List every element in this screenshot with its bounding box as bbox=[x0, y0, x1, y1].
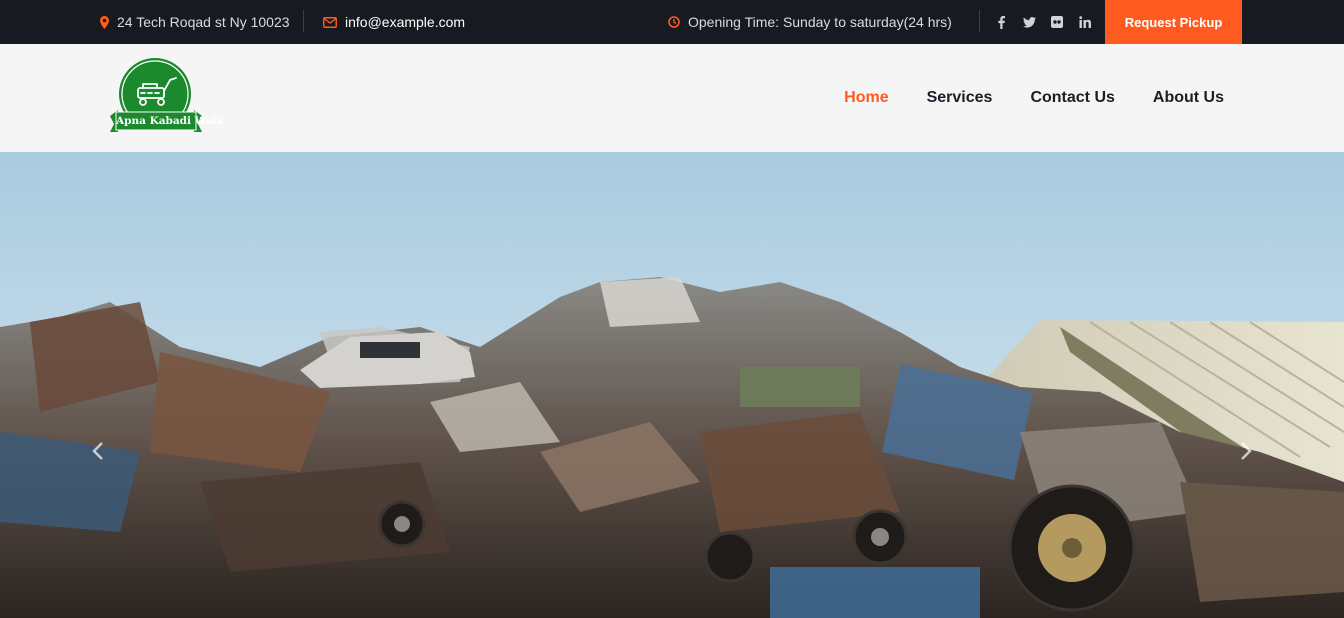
email-link[interactable]: info@example.com bbox=[345, 14, 465, 30]
request-pickup-button[interactable]: Request Pickup bbox=[1105, 0, 1242, 44]
envelope-icon bbox=[323, 16, 337, 28]
nav-home[interactable]: Home bbox=[844, 89, 888, 107]
brand-logo[interactable]: Apna Kabadi Wala bbox=[110, 58, 224, 138]
slider-prev-button[interactable] bbox=[88, 436, 108, 466]
site-header: Apna Kabadi Wala Home Services Contact U… bbox=[0, 44, 1344, 152]
facebook-icon[interactable] bbox=[994, 15, 1008, 29]
main-nav: Home Services Contact Us About Us bbox=[844, 44, 1224, 152]
social-links bbox=[994, 0, 1092, 44]
address-item: 24 Tech Roqad st Ny 10023 bbox=[100, 0, 290, 44]
flickr-icon[interactable] bbox=[1050, 15, 1064, 29]
nav-about-us[interactable]: About Us bbox=[1153, 89, 1224, 107]
clock-icon bbox=[668, 16, 680, 28]
email-item[interactable]: info@example.com bbox=[323, 0, 465, 44]
nav-contact-us[interactable]: Contact Us bbox=[1030, 89, 1114, 107]
twitter-icon[interactable] bbox=[1022, 15, 1036, 29]
opening-time-item: Opening Time: Sunday to saturday(24 hrs) bbox=[668, 0, 952, 44]
chevron-right-icon bbox=[1241, 442, 1252, 460]
hero-slider bbox=[0, 152, 1344, 618]
linkedin-icon[interactable] bbox=[1078, 15, 1092, 29]
divider bbox=[303, 10, 304, 32]
brand-name: Apna Kabadi Wala bbox=[116, 115, 224, 127]
slider-next-button[interactable] bbox=[1236, 436, 1256, 466]
chevron-left-icon bbox=[92, 442, 103, 460]
hero-image bbox=[0, 152, 1344, 618]
opening-time-text: Opening Time: Sunday to saturday(24 hrs) bbox=[688, 14, 952, 30]
nav-services[interactable]: Services bbox=[927, 89, 993, 107]
address-text: 24 Tech Roqad st Ny 10023 bbox=[117, 14, 290, 30]
map-pin-icon bbox=[100, 15, 109, 29]
top-bar: 24 Tech Roqad st Ny 10023 info@example.c… bbox=[0, 0, 1344, 44]
divider bbox=[979, 10, 980, 32]
